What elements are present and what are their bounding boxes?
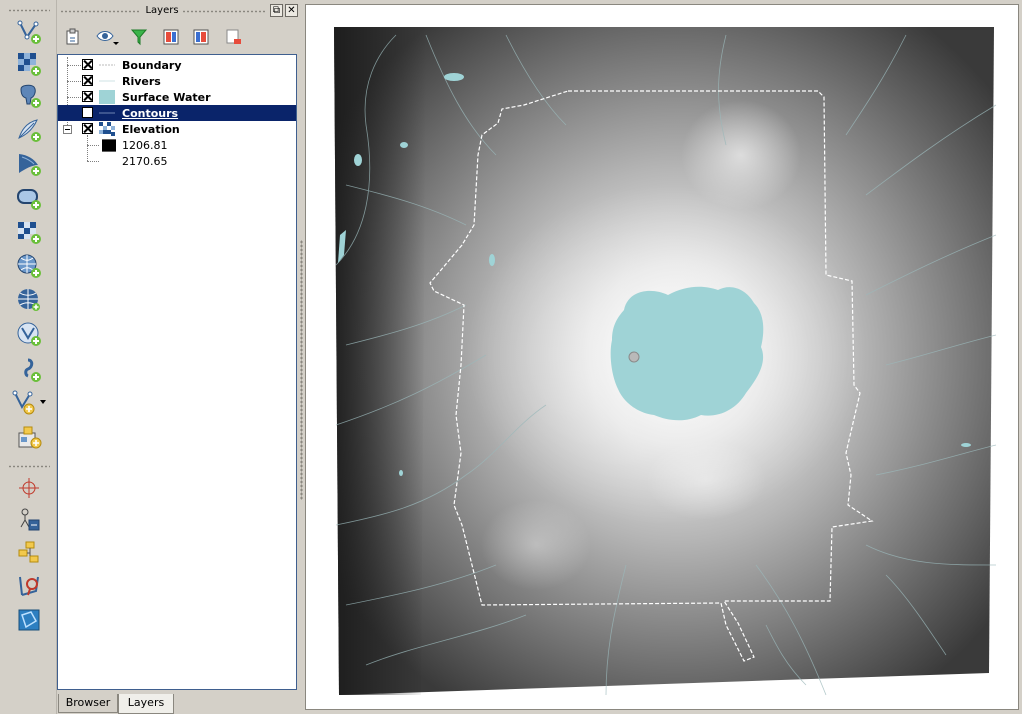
toolbar-grip[interactable] xyxy=(8,465,50,468)
new-shapefile-icon xyxy=(18,426,42,449)
new-layer-dropdown-button[interactable] xyxy=(10,388,48,416)
layer-name: Boundary xyxy=(122,59,182,72)
legend-item-min: 1206.81 xyxy=(58,137,296,153)
layer-visibility-checkbox[interactable] xyxy=(82,107,93,118)
add-delimited-text-layer-button[interactable] xyxy=(14,320,44,348)
expand-all-icon xyxy=(163,29,179,45)
raster-symbol-icon xyxy=(99,122,115,136)
gps-tools-button[interactable] xyxy=(14,474,44,502)
topology-checker-icon xyxy=(19,576,39,596)
layers-panel-titlebar[interactable]: Layers ⧉ ✕ xyxy=(56,0,300,24)
add-raster-layer-button[interactable] xyxy=(14,50,44,78)
manage-visibility-button[interactable] xyxy=(94,26,122,48)
layer-name: Rivers xyxy=(122,75,161,88)
add-postgis-layer-button[interactable] xyxy=(14,82,44,110)
data-source-toolbar xyxy=(0,0,57,714)
add-mssql-layer-icon xyxy=(19,154,41,176)
tab-browser[interactable]: Browser xyxy=(58,694,118,713)
fill-symbol-icon xyxy=(99,90,115,104)
add-mssql-layer-button[interactable] xyxy=(14,150,44,178)
new-vector-layer-icon xyxy=(24,358,41,382)
add-oracle-layer-icon xyxy=(17,189,41,210)
expand-all-button[interactable] xyxy=(160,26,182,48)
georeferencer-icon xyxy=(20,508,40,531)
tab-layers[interactable]: Layers xyxy=(118,694,174,714)
line-symbol-icon xyxy=(99,80,115,82)
color-swatch-white xyxy=(102,155,116,168)
coordinate-capture-icon xyxy=(18,541,39,563)
add-wcs-layer-button[interactable] xyxy=(14,252,44,280)
float-panel-button[interactable]: ⧉ xyxy=(270,4,283,17)
add-vector-layer-icon xyxy=(17,20,41,44)
filter-icon xyxy=(130,29,148,46)
new-shapefile-button[interactable] xyxy=(14,424,44,452)
layer-visibility-checkbox[interactable] xyxy=(82,91,93,102)
eye-icon xyxy=(96,31,119,45)
layer-visibility-checkbox[interactable] xyxy=(82,59,93,70)
add-wms-layer-icon xyxy=(18,222,41,244)
open-layer-styling-button[interactable] xyxy=(62,26,84,48)
toolbar-grip[interactable] xyxy=(8,9,50,12)
remove-layer-icon xyxy=(226,29,241,44)
new-spatialite-layer-icon xyxy=(12,390,46,415)
add-oracle-layer-button[interactable] xyxy=(14,184,44,212)
georeferencer-button[interactable] xyxy=(14,506,44,534)
add-spatialite-layer-icon xyxy=(18,119,41,142)
layer-tree[interactable]: Boundary Rivers Surface Water Contours E… xyxy=(57,54,297,690)
map-overview-icon xyxy=(18,609,40,631)
line-symbol-icon xyxy=(99,64,115,66)
remove-layer-button[interactable] xyxy=(222,26,244,48)
layer-visibility-checkbox[interactable] xyxy=(82,75,93,86)
add-wfs-layer-button[interactable] xyxy=(14,286,44,314)
layer-item-boundary[interactable]: Boundary xyxy=(58,57,296,73)
add-postgis-layer-icon xyxy=(20,84,41,108)
coordinate-capture-button[interactable] xyxy=(14,538,44,566)
add-vector-layer-button[interactable] xyxy=(14,18,44,46)
layers-panel: Layers ⧉ ✕ Boundary Rivers Surface Water… xyxy=(56,0,300,714)
layer-item-elevation[interactable]: Elevation xyxy=(58,121,296,137)
map-overview-button[interactable] xyxy=(14,606,44,634)
add-wfs-layer-icon xyxy=(18,289,40,311)
panel-splitter[interactable] xyxy=(300,240,303,500)
layer-item-rivers[interactable]: Rivers xyxy=(58,73,296,89)
map-canvas[interactable] xyxy=(305,4,1019,710)
filter-legend-button[interactable] xyxy=(128,26,150,48)
add-wcs-layer-icon xyxy=(17,254,41,278)
add-delimited-text-layer-icon xyxy=(17,322,41,346)
add-spatialite-layer-button[interactable] xyxy=(14,116,44,144)
topology-checker-button[interactable] xyxy=(14,572,44,600)
layer-name: Surface Water xyxy=(122,91,211,104)
layer-name: Elevation xyxy=(122,123,180,136)
add-wms-layer-button[interactable] xyxy=(14,218,44,246)
chevron-down-icon xyxy=(40,400,46,404)
layer-name: Contours xyxy=(122,107,179,120)
color-swatch-black xyxy=(102,139,116,152)
titlebar-grip xyxy=(182,10,266,13)
collapse-toggle[interactable] xyxy=(63,125,72,134)
legend-value: 1206.81 xyxy=(122,139,168,152)
line-symbol-icon xyxy=(99,112,115,114)
clipboard-icon xyxy=(66,28,79,45)
legend-item-max: 2170.65 xyxy=(58,153,296,169)
layer-visibility-checkbox[interactable] xyxy=(82,123,93,134)
gps-tools-icon xyxy=(19,478,39,498)
collapse-all-button[interactable] xyxy=(190,26,212,48)
layer-item-contours[interactable]: Contours xyxy=(58,105,296,121)
legend-value: 2170.65 xyxy=(122,155,168,168)
new-vector-layer-button[interactable] xyxy=(14,356,44,384)
close-panel-button[interactable]: ✕ xyxy=(285,4,298,17)
layers-panel-toolbar xyxy=(56,24,300,50)
collapse-all-icon xyxy=(193,29,209,45)
add-raster-layer-icon xyxy=(18,53,41,76)
map-view xyxy=(334,27,997,696)
layer-item-surface-water[interactable]: Surface Water xyxy=(58,89,296,105)
